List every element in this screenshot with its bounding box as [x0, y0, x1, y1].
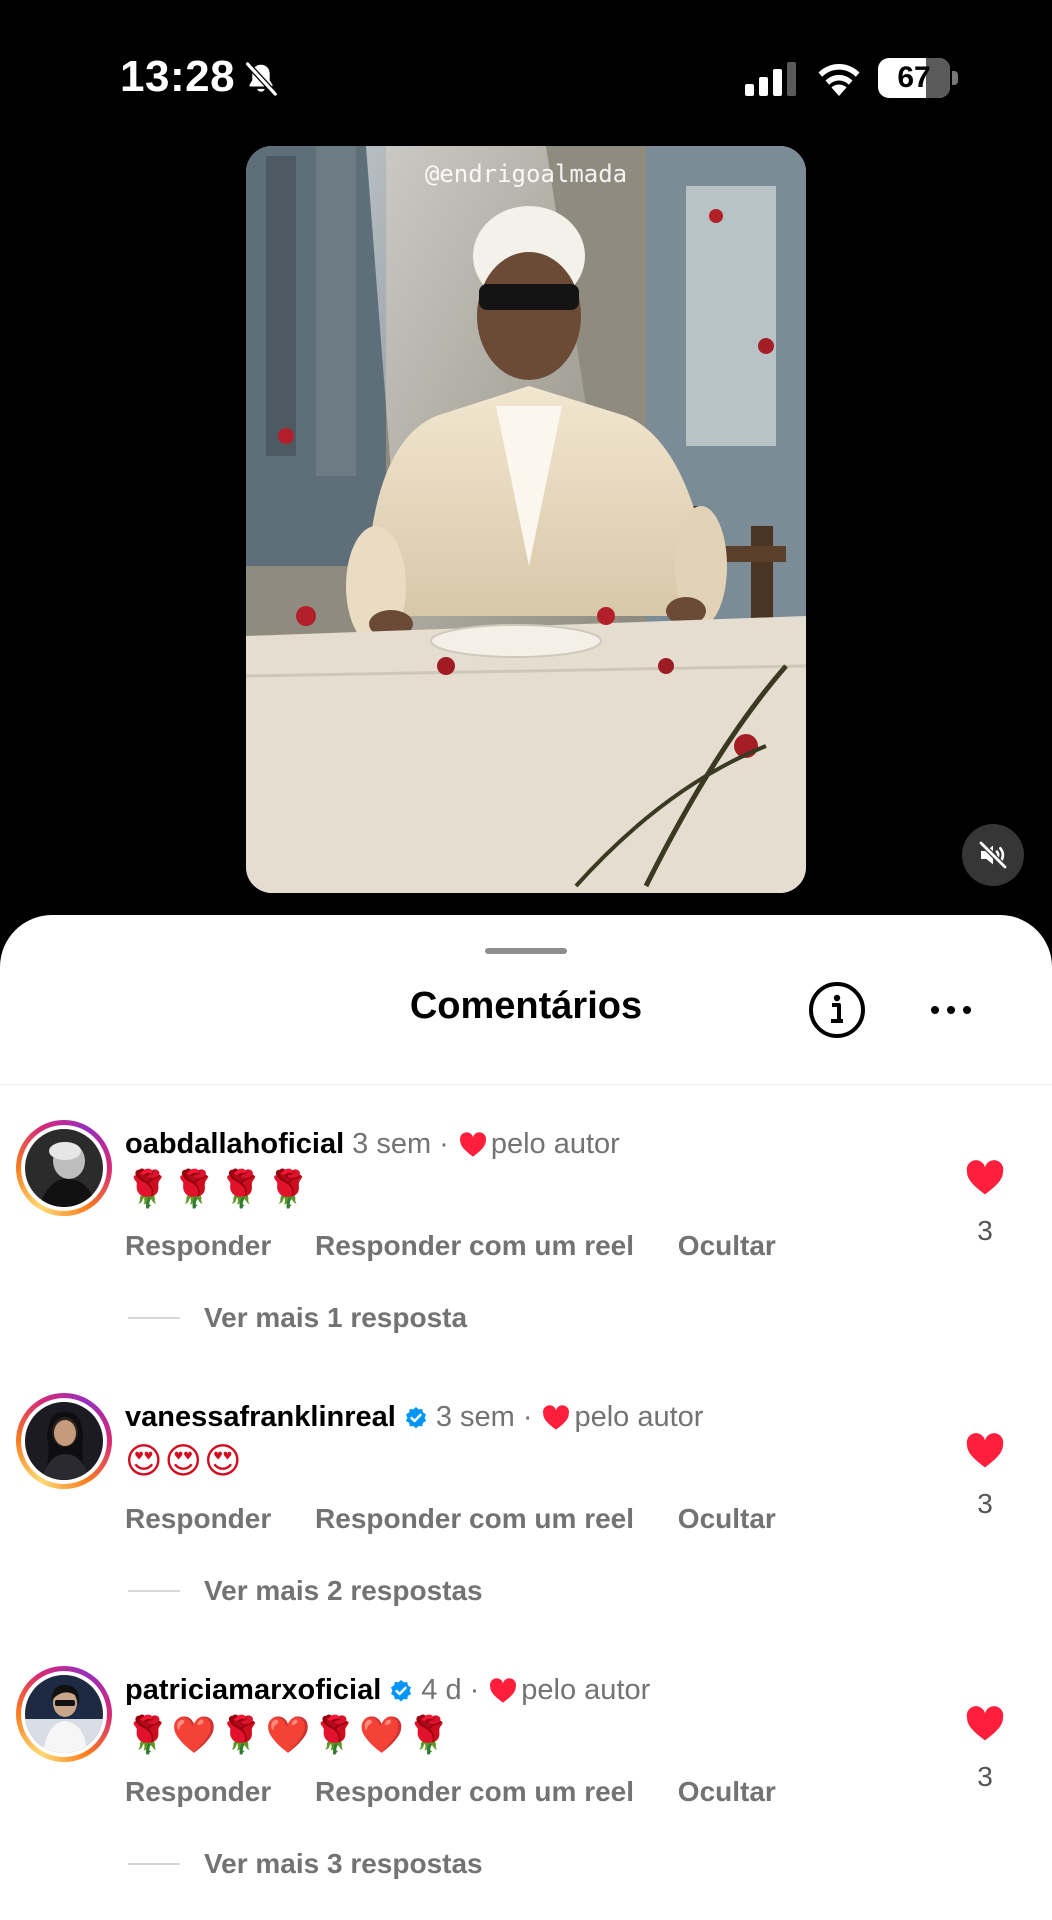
avatar-photo: [25, 1675, 103, 1753]
comment-actions: Responder Responder com um reel Ocultar: [125, 1503, 812, 1535]
sheet-title: Comentários: [409, 985, 643, 1027]
comment-username[interactable]: vanessafranklinreal: [125, 1401, 396, 1434]
like-count: 3: [977, 1215, 993, 1246]
liked-by-author-label: pelo autor: [490, 1128, 620, 1160]
verified-badge-icon: [391, 1679, 412, 1701]
liked-by-author-heart-icon: [459, 1131, 486, 1157]
liked-by-author-heart-icon: [543, 1404, 570, 1430]
hide-button[interactable]: Ocultar: [678, 1776, 776, 1807]
comment-username[interactable]: patriciamarxoficial: [125, 1674, 381, 1707]
meta-separator: ·: [522, 1401, 533, 1433]
battery-level: 67: [897, 61, 931, 94]
avatar-photo: [25, 1402, 103, 1480]
like-heart-icon[interactable]: [965, 1433, 1005, 1469]
more-options-icon[interactable]: [928, 995, 974, 1025]
battery-body: 67: [878, 58, 950, 98]
reply-button[interactable]: Responder: [125, 1776, 271, 1807]
comment-header: vanessafranklinreal 3 sem · pelo autor: [125, 1401, 703, 1434]
avatar-image: [25, 1402, 103, 1480]
mute-button[interactable]: [962, 824, 1024, 886]
avatar-border: [21, 1125, 107, 1211]
verified-badge-icon: [405, 1406, 426, 1428]
view-replies-button[interactable]: Ver mais 3 respostas: [128, 1848, 483, 1880]
battery-tip: [952, 71, 958, 85]
liked-by-author-heart-icon: [490, 1677, 517, 1703]
avatar[interactable]: [16, 1666, 112, 1762]
comment-text: 🌹❤️🌹❤️🌹❤️🌹: [125, 1715, 453, 1756]
comment-item: patriciamarxoficial 4 d · pelo autor 🌹❤️…: [0, 1666, 1052, 1920]
video-watermark: @endrigoalmada: [424, 160, 628, 188]
like-count: 3: [977, 1488, 993, 1519]
hide-button[interactable]: Ocultar: [678, 1230, 776, 1261]
comment-header: oabdallahoficial 3 sem · pelo autor: [125, 1128, 620, 1161]
comment-item: vanessafranklinreal 3 sem · pelo autor 😍…: [0, 1393, 1052, 1666]
view-replies-button[interactable]: Ver mais 1 resposta: [128, 1302, 467, 1334]
avatar-border: [21, 1671, 107, 1757]
cellular-signal-icon: [745, 62, 796, 96]
avatar[interactable]: [16, 1120, 112, 1216]
comment-time: 3 sem: [352, 1128, 432, 1160]
video-frame-art: [246, 146, 806, 893]
speaker-muted-icon: [978, 840, 1008, 870]
avatar[interactable]: [16, 1393, 112, 1489]
comment-text: 🌹🌹🌹🌹: [125, 1169, 313, 1210]
like-heart-icon[interactable]: [965, 1706, 1005, 1742]
comment-item: oabdallahoficial 3 sem · pelo autor 🌹🌹🌹🌹…: [0, 1120, 1052, 1393]
view-replies-label: Ver mais 3 respostas: [204, 1848, 483, 1879]
reel-video[interactable]: @endrigoalmada: [246, 146, 806, 893]
comment-username[interactable]: oabdallahoficial: [125, 1128, 344, 1161]
hide-button[interactable]: Ocultar: [678, 1503, 776, 1534]
liked-by-author-label: pelo autor: [521, 1674, 651, 1706]
status-bar: 13:28 67: [0, 0, 1052, 150]
reply-with-reel-button[interactable]: Responder com um reel: [315, 1503, 634, 1534]
battery-indicator: 67: [878, 58, 958, 98]
meta-separator: ·: [469, 1674, 480, 1706]
screen: 13:28 67 @endrigoalmada Comentários oabd…: [0, 0, 1052, 1920]
reply-button[interactable]: Responder: [125, 1503, 271, 1534]
avatar-photo: [25, 1129, 103, 1207]
comment-time: 4 d: [421, 1674, 462, 1706]
reply-line: [128, 1863, 180, 1865]
status-time: 13:28: [120, 52, 236, 101]
comment-time: 3 sem: [435, 1401, 515, 1433]
reply-with-reel-button[interactable]: Responder com um reel: [315, 1230, 634, 1261]
bell-slash-icon: [244, 61, 279, 97]
comment-header: patriciamarxoficial 4 d · pelo autor: [125, 1674, 650, 1707]
reply-button[interactable]: Responder: [125, 1230, 271, 1261]
like-count: 3: [977, 1761, 993, 1792]
view-replies-button[interactable]: Ver mais 2 respostas: [128, 1575, 483, 1607]
view-replies-label: Ver mais 1 resposta: [204, 1302, 468, 1333]
info-icon[interactable]: [808, 981, 866, 1039]
liked-by-author-label: pelo autor: [574, 1401, 704, 1433]
avatar-border: [21, 1398, 107, 1484]
meta-separator: ·: [439, 1128, 449, 1160]
view-replies-label: Ver mais 2 respostas: [204, 1575, 483, 1606]
wifi-icon: [818, 64, 860, 96]
comment-text: 😍😍😍: [125, 1441, 244, 1482]
comment-actions: Responder Responder com um reel Ocultar: [125, 1230, 812, 1262]
comment-actions: Responder Responder com um reel Ocultar: [125, 1776, 812, 1808]
sheet-drag-handle[interactable]: [485, 948, 567, 954]
like-heart-icon[interactable]: [965, 1160, 1005, 1196]
reply-line: [128, 1590, 180, 1592]
comments-sheet: Comentários oabdallahoficial 3 sem · pel…: [0, 915, 1052, 1920]
sheet-divider: [0, 1084, 1052, 1085]
reply-with-reel-button[interactable]: Responder com um reel: [315, 1776, 634, 1807]
reply-line: [128, 1317, 180, 1319]
avatar-image: [25, 1129, 103, 1207]
avatar-image: [25, 1675, 103, 1753]
